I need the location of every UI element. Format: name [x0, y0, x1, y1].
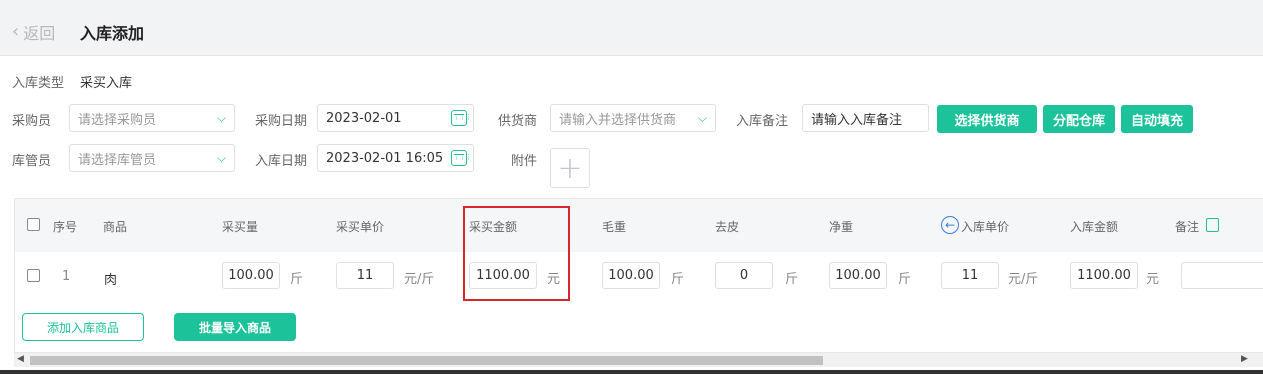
net-input[interactable]: 100.00 — [829, 262, 887, 289]
batch-import-button[interactable]: 批量导入商品 — [174, 313, 296, 341]
keeper-select[interactable]: 请选择库管员 ⌵ — [69, 144, 235, 172]
row-index: 1 — [62, 269, 71, 284]
gross-input[interactable]: 100.00 — [602, 262, 660, 289]
chevron-down-icon: ⌵ — [216, 151, 226, 165]
row-product: 肉 — [104, 273, 118, 288]
scroll-left-icon[interactable]: ◀ — [17, 354, 24, 364]
keeper-label: 库管员 — [12, 154, 52, 169]
calendar-icon — [451, 110, 471, 126]
unit-price-unit: 元/斤 — [404, 272, 435, 287]
qty-unit: 斤 — [290, 272, 304, 287]
tare-unit: 斤 — [785, 272, 799, 287]
gross-unit: 斤 — [671, 272, 685, 287]
th-product: 商品 — [103, 220, 128, 234]
page-title: 入库添加 — [80, 24, 145, 43]
back-button[interactable]: ‹ 返回 — [12, 20, 55, 44]
remark-cell-input[interactable] — [1181, 262, 1263, 289]
th-index: 序号 — [53, 220, 78, 234]
th-in-amount: 入库金额 — [1070, 220, 1119, 234]
plus-icon: + — [557, 150, 583, 186]
add-item-button[interactable]: 添加入库商品 — [22, 313, 144, 341]
select-supplier-button[interactable]: 选择供货商 — [937, 105, 1037, 133]
th-in-price: 入库单价 — [961, 220, 1010, 234]
supplier-placeholder: 请输入并选择供货商 — [559, 112, 677, 128]
auto-fill-button[interactable]: 自动填充 — [1121, 105, 1193, 133]
stockin-date-value: 2023-02-01 16:05 — [326, 150, 444, 166]
th-gross: 毛重 — [602, 220, 627, 234]
th-tare: 去皮 — [715, 220, 740, 234]
stockin-date-label: 入库日期 — [255, 154, 308, 169]
purchase-date-label: 采购日期 — [255, 114, 308, 129]
assign-warehouse-button[interactable]: 分配仓库 — [1043, 105, 1115, 133]
th-net: 净重 — [829, 220, 854, 234]
buyer-label: 采购员 — [12, 114, 52, 129]
attachment-label: 附件 — [511, 154, 538, 169]
remark-input[interactable]: 请输入入库备注 — [802, 104, 929, 132]
row-checkbox[interactable] — [27, 269, 40, 282]
th-remark: 备注 — [1175, 220, 1200, 234]
type-value: 采买入库 — [80, 76, 133, 91]
in-amount-input[interactable]: 1100.00 — [1070, 262, 1138, 289]
th-qty: 采买量 — [222, 220, 259, 234]
scroll-right-icon[interactable]: ▶ — [1241, 354, 1248, 364]
in-amount-unit: 元 — [1146, 272, 1160, 287]
add-attachment-button[interactable]: + — [550, 148, 590, 188]
select-all-checkbox[interactable] — [27, 218, 40, 231]
remark-placeholder: 请输入入库备注 — [811, 112, 903, 128]
scrollbar-thumb[interactable] — [30, 356, 823, 365]
supplier-label: 供货商 — [498, 114, 538, 129]
calendar-icon — [451, 150, 471, 166]
chevron-down-icon: ⌵ — [216, 111, 226, 125]
type-label: 入库类型 — [12, 76, 65, 91]
th-unit-price: 采买单价 — [336, 220, 385, 234]
in-price-input[interactable]: 11 — [941, 262, 999, 289]
buyer-select[interactable]: 请选择采购员 ⌵ — [69, 104, 235, 132]
buyer-placeholder: 请选择采购员 — [78, 112, 157, 128]
bottom-border — [0, 370, 1263, 374]
purchase-date-input[interactable]: 2023-02-01 — [317, 104, 474, 132]
top-bar: ‹ 返回 入库添加 — [0, 0, 1263, 56]
unit-price-input[interactable]: 11 — [336, 262, 394, 289]
highlight-box — [463, 206, 570, 301]
chevron-down-icon: ⌵ — [697, 111, 707, 125]
remark-label: 入库备注 — [736, 114, 789, 129]
net-unit: 斤 — [898, 272, 912, 287]
qty-input[interactable]: 100.00 — [222, 262, 280, 289]
purchase-date-value: 2023-02-01 — [326, 110, 402, 126]
stockin-date-input[interactable]: 2023-02-01 16:05 — [317, 144, 474, 172]
in-price-unit: 元/斤 — [1008, 272, 1039, 287]
arrow-left-circle-icon[interactable]: ← — [941, 216, 959, 234]
chevron-left-icon: ‹ — [12, 21, 20, 42]
supplier-select[interactable]: 请输入并选择供货商 ⌵ — [550, 104, 716, 132]
tare-input[interactable]: 0 — [715, 262, 773, 289]
keeper-placeholder: 请选择库管员 — [78, 152, 157, 168]
copy-icon[interactable] — [1206, 218, 1219, 232]
back-label: 返回 — [23, 24, 56, 43]
